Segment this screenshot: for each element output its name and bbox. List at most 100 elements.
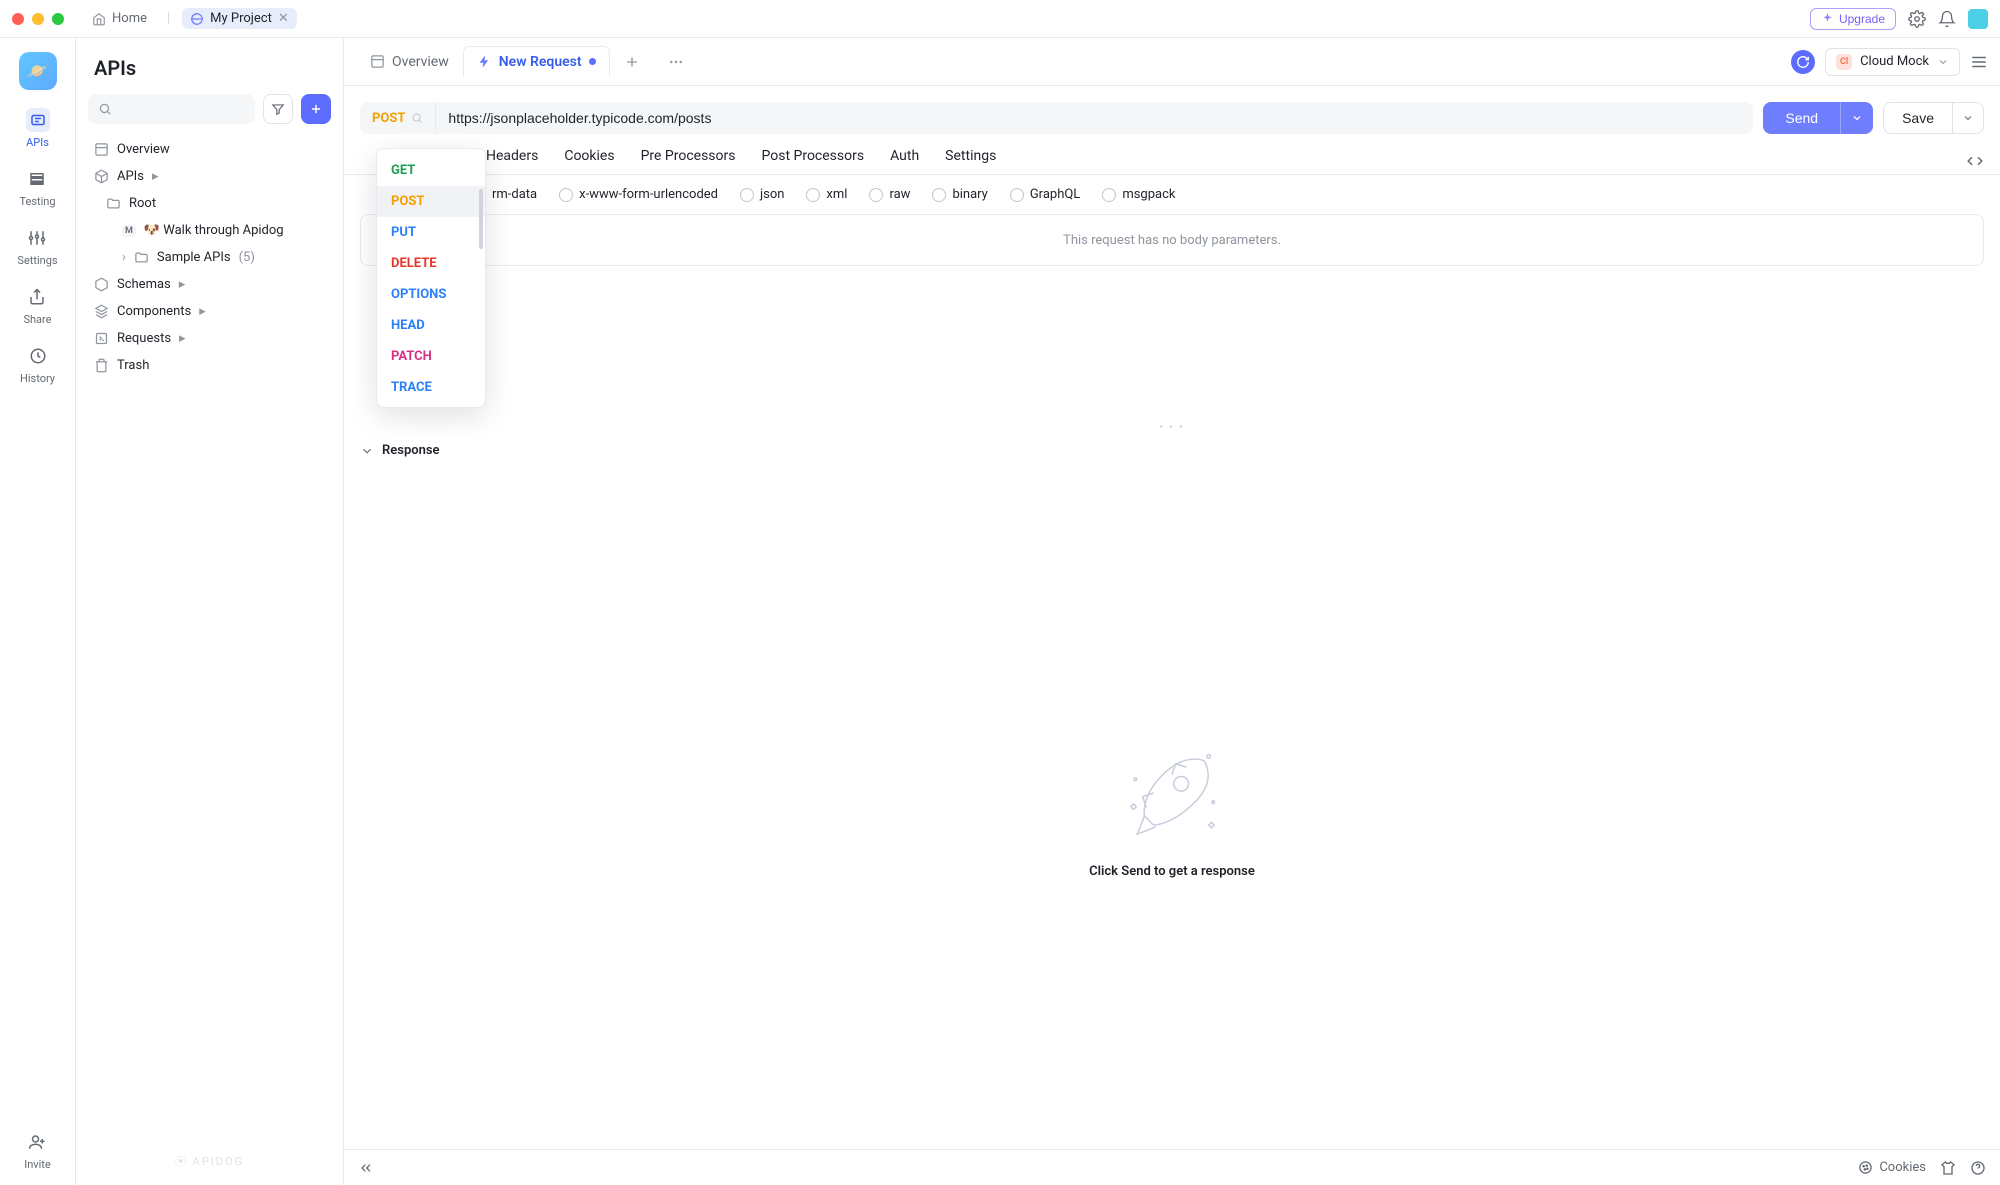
tab-overview[interactable]: Overview	[356, 38, 463, 85]
sidebar-folder-sample-apis[interactable]: › Sample APIs (5)	[88, 244, 331, 271]
body-type-json[interactable]: json	[740, 187, 784, 202]
body-type-label: binary	[952, 187, 987, 202]
tab-more-button[interactable]	[654, 38, 698, 85]
rocket-illustration-icon	[1117, 738, 1227, 848]
sidebar: APIs Overview APIs ▸ Root M	[76, 38, 344, 1185]
minimize-window-button[interactable]	[32, 13, 44, 25]
nav-item-invite[interactable]: Invite	[24, 1130, 51, 1171]
sparkle-icon	[1821, 12, 1834, 25]
chevron-right-icon: ›	[122, 250, 126, 265]
help-button[interactable]	[1970, 1160, 1986, 1176]
method-option-put[interactable]: PUT	[377, 217, 485, 248]
body-type-urlencoded[interactable]: x-www-form-urlencoded	[559, 187, 718, 202]
project-name-label: My Project	[210, 11, 272, 26]
add-button[interactable]	[301, 94, 331, 124]
overview-icon	[94, 142, 109, 157]
sidebar-folder-root[interactable]: Root	[88, 190, 331, 217]
subtab-headers[interactable]: Headers	[486, 148, 538, 174]
subtab-post-processors[interactable]: Post Processors	[762, 148, 865, 174]
sidebar-footer-brand: ⦿ APIDOG	[88, 1145, 331, 1177]
project-icon	[190, 12, 204, 26]
http-method-label: POST	[372, 111, 405, 126]
http-method-selector[interactable]: POST	[360, 102, 436, 134]
sidebar-item-components[interactable]: Components ▸	[88, 298, 331, 325]
nav-rail: 🪐 APIs Testing Settings Share History In…	[0, 38, 76, 1185]
response-hint: Click Send to get a response	[1089, 864, 1255, 879]
collapse-panel-button[interactable]	[358, 1160, 374, 1176]
http-method-dropdown[interactable]: GETPOSTPUTDELETEOPTIONSHEADPATCHTRACE	[376, 148, 486, 408]
sidebar-item-trash[interactable]: Trash	[88, 352, 331, 379]
subtab-pre-processors[interactable]: Pre Processors	[641, 148, 736, 174]
sidebar-item-label: Sample APIs	[157, 250, 231, 265]
refresh-icon	[1796, 55, 1810, 69]
main-tab-strip: Overview New Request Cl Cloud Mock	[344, 38, 2000, 86]
body-type-raw[interactable]: raw	[869, 187, 910, 202]
upgrade-button[interactable]: Upgrade	[1810, 8, 1896, 30]
refresh-env-button[interactable]	[1791, 50, 1815, 74]
method-option-head[interactable]: HEAD	[377, 310, 485, 341]
user-avatar[interactable]	[1968, 9, 1988, 29]
settings-gear-icon[interactable]	[1908, 10, 1926, 28]
nav-label: APIs	[26, 136, 49, 149]
method-option-get[interactable]: GET	[377, 155, 485, 186]
close-window-button[interactable]	[12, 13, 24, 25]
filter-button[interactable]	[263, 94, 293, 124]
nav-item-apis[interactable]: APIs	[26, 108, 50, 149]
cookies-button[interactable]: Cookies	[1858, 1160, 1926, 1175]
save-button[interactable]: Save	[1883, 102, 1953, 134]
nav-item-history[interactable]: History	[20, 344, 55, 385]
nav-item-settings[interactable]: Settings	[17, 226, 57, 267]
sidebar-item-walkthrough[interactable]: M 🐶 Walk through Apidog	[88, 217, 331, 244]
env-label: Cloud Mock	[1860, 54, 1929, 69]
new-tab-button[interactable]	[610, 38, 654, 85]
environment-selector[interactable]: Cl Cloud Mock	[1825, 48, 1960, 76]
method-option-trace[interactable]: TRACE	[377, 372, 485, 403]
sidebar-item-label: Overview	[117, 142, 170, 157]
nav-item-share[interactable]: Share	[23, 285, 51, 326]
code-view-icon[interactable]	[1966, 152, 1984, 170]
body-type-binary[interactable]: binary	[932, 187, 987, 202]
tshirt-icon[interactable]	[1940, 1160, 1956, 1176]
method-option-options[interactable]: OPTIONS	[377, 279, 485, 310]
panel-toggle-icon[interactable]	[1970, 53, 1988, 71]
method-option-delete[interactable]: DELETE	[377, 248, 485, 279]
body-type-label: rm-data	[492, 187, 537, 202]
subtab-auth[interactable]: Auth	[890, 148, 919, 174]
subtab-cookies[interactable]: Cookies	[564, 148, 614, 174]
sidebar-item-overview[interactable]: Overview	[88, 136, 331, 163]
body-type-label: x-www-form-urlencoded	[579, 187, 718, 202]
home-button[interactable]: Home	[84, 7, 155, 30]
send-button[interactable]: Send	[1763, 102, 1840, 134]
sidebar-item-label: 🐶 Walk through Apidog	[144, 223, 284, 238]
request-url-row: POST Send Save	[344, 86, 2000, 134]
method-option-patch[interactable]: PATCH	[377, 341, 485, 372]
tab-label: Overview	[392, 54, 449, 70]
pane-resize-handle[interactable]: • • •	[344, 422, 2000, 433]
save-more-button[interactable]	[1953, 102, 1984, 134]
app-logo[interactable]: 🪐	[19, 52, 57, 90]
method-option-post[interactable]: POST	[377, 186, 485, 217]
share-icon	[28, 288, 46, 306]
url-input[interactable]	[436, 102, 1753, 134]
sidebar-item-label: APIs	[117, 169, 144, 184]
nav-item-testing[interactable]: Testing	[19, 167, 55, 208]
project-tab[interactable]: My Project ✕	[182, 8, 297, 29]
folder-icon	[106, 196, 121, 211]
sidebar-search-input[interactable]	[88, 94, 255, 124]
main-area: Overview New Request Cl Cloud Mock	[344, 38, 2000, 1185]
sidebar-item-requests[interactable]: Requests ▸	[88, 325, 331, 352]
response-toggle[interactable]: Response	[344, 433, 2000, 468]
body-type-graphql[interactable]: GraphQL	[1010, 187, 1080, 202]
body-type-xml[interactable]: xml	[806, 187, 847, 202]
api-cube-icon	[94, 169, 109, 184]
filter-icon	[271, 102, 285, 116]
notifications-bell-icon[interactable]	[1938, 10, 1956, 28]
tab-new-request[interactable]: New Request	[463, 38, 610, 85]
close-project-tab[interactable]: ✕	[278, 11, 289, 26]
sidebar-item-apis[interactable]: APIs ▸	[88, 163, 331, 190]
sidebar-item-schemas[interactable]: Schemas ▸	[88, 271, 331, 298]
zoom-window-button[interactable]	[52, 13, 64, 25]
send-more-button[interactable]	[1840, 102, 1873, 134]
body-type-msgpack[interactable]: msgpack	[1102, 187, 1175, 202]
subtab-settings[interactable]: Settings	[945, 148, 996, 174]
